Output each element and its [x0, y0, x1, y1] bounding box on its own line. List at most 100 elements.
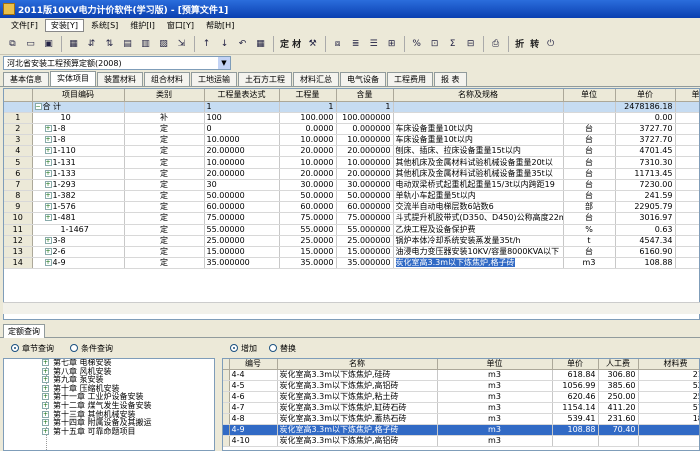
name-cell[interactable]: 斗式提升机胶带式(D350、D450)公称高度22m: [393, 212, 564, 225]
quota-code-cell[interactable]: 4-7: [229, 402, 278, 414]
total-name-cell[interactable]: [393, 101, 564, 113]
expr-cell[interactable]: 0: [204, 123, 280, 136]
quota-price-cell[interactable]: 108.88: [552, 424, 599, 436]
quota-row[interactable]: 4-9炭化室高3.3m以下炼焦炉,格子砖m3108.8870.404.: [223, 424, 699, 436]
printer-icon[interactable]: ⎙: [487, 35, 504, 52]
unit-cell[interactable]: 部: [563, 201, 616, 214]
price-cell[interactable]: 3727.70: [615, 134, 676, 147]
tab-entity-items[interactable]: 实体项目: [50, 71, 96, 86]
type-cell[interactable]: 定: [124, 123, 205, 136]
quota-labor-cell[interactable]: 70.40: [598, 424, 639, 436]
code-cell[interactable]: +1-131: [32, 156, 125, 169]
quota-name-cell[interactable]: 炭化室高3.3m以下炼焦炉,格子砖: [277, 424, 438, 436]
type-cell[interactable]: 定: [124, 201, 205, 214]
quota-material-cell[interactable]: 529.: [638, 380, 699, 392]
qty-cell[interactable]: 60.0000: [279, 201, 337, 214]
qty-cell[interactable]: 10.0000: [279, 134, 337, 147]
quota-col-header-labor[interactable]: 人工费: [598, 359, 639, 370]
quota-unit-cell[interactable]: m3: [437, 413, 553, 425]
price2-cell[interactable]: [675, 190, 699, 203]
qty-cell[interactable]: 25.0000: [279, 235, 337, 247]
replace-radio[interactable]: [269, 344, 277, 352]
expr-cell[interactable]: 10.00000: [204, 156, 280, 169]
code-cell[interactable]: +3-8: [32, 235, 125, 247]
code-cell[interactable]: +1-481: [32, 212, 125, 225]
stack-icon[interactable]: ≣: [347, 35, 364, 52]
menu-help[interactable]: 帮助[H]: [201, 20, 239, 31]
quota-col-header-name[interactable]: 名称: [277, 359, 438, 370]
name-cell[interactable]: 其他机床及金属材料试验机械设备重量35t以: [393, 168, 564, 180]
percent-icon[interactable]: %: [408, 35, 425, 52]
name-cell[interactable]: 车床设备重量10t以内: [393, 123, 564, 136]
expand-icon[interactable]: +: [44, 158, 52, 166]
content-cell[interactable]: 20.000000: [336, 145, 394, 158]
quota-price-cell[interactable]: 1056.99: [552, 380, 599, 392]
table-row[interactable]: 10 +1-481 定 75.00000 75.0000 75.000000 斗式提升机胶带…: [4, 212, 699, 225]
table-row[interactable]: 11 1-1467 定 55.00000 55.0000 55.000000 乙炔工程及设备…: [4, 224, 699, 236]
expand-icon[interactable]: +: [42, 427, 49, 435]
total-content-cell[interactable]: 1: [336, 101, 394, 113]
code-cell[interactable]: 1-1467: [32, 224, 125, 236]
price2-cell[interactable]: [675, 246, 699, 259]
table-row[interactable]: 8 +1-382 定 50.00000 50.0000 50.000000 单轨小车起重量5…: [4, 190, 699, 203]
col-header-qty[interactable]: 工程量: [279, 89, 337, 102]
price2-cell[interactable]: [675, 257, 699, 270]
expr-cell[interactable]: 20.00000: [204, 168, 280, 180]
move-up-icon[interactable]: ↑: [198, 35, 215, 52]
code-cell[interactable]: +4-9: [32, 257, 125, 270]
total-code-cell[interactable]: − 合 计: [32, 101, 125, 113]
type-cell[interactable]: 定: [124, 246, 205, 259]
quota-labor-cell[interactable]: 250.00: [598, 391, 639, 403]
name-cell[interactable]: 炭化室高3.3m以下炼焦炉,格子砖: [393, 257, 564, 270]
menu-maintain[interactable]: 维护[I]: [125, 20, 160, 31]
grid-lines-icon[interactable]: ⊟: [462, 35, 479, 52]
unit-cell[interactable]: [563, 112, 616, 124]
col-header-unit[interactable]: 单位: [563, 89, 616, 102]
content-cell[interactable]: 50.000000: [336, 190, 394, 203]
qty-cell[interactable]: 10.0000: [279, 156, 337, 169]
qty-cell[interactable]: 0.0000: [279, 123, 337, 136]
name-cell[interactable]: 电动双梁桥式起重机起重量15/3t以内跨距19: [393, 179, 564, 192]
qty-cell[interactable]: 55.0000: [279, 224, 337, 236]
quota-name-cell[interactable]: 炭化室高3.3m以下炼焦炉,硅砖: [277, 369, 438, 381]
filter-icon[interactable]: ⊞: [383, 35, 400, 52]
quota-row[interactable]: 4-5炭化室高3.3m以下炼焦炉,高铝砖m31056.99385.60529.: [223, 380, 699, 392]
content-cell[interactable]: 30.000000: [336, 179, 394, 192]
tab-device-materials[interactable]: 装置材料: [97, 72, 143, 86]
expand-icon[interactable]: +: [44, 236, 52, 244]
quota-unit-cell[interactable]: m3: [437, 424, 553, 436]
quota-name-cell[interactable]: 炭化室高3.3m以下炼焦炉,高铝砖: [277, 435, 438, 447]
column-icon[interactable]: ▥: [137, 35, 154, 52]
expand-icon[interactable]: +: [44, 248, 52, 256]
collapse-icon[interactable]: −: [34, 102, 42, 110]
price-cell[interactable]: 7230.00: [615, 179, 676, 192]
qty-cell[interactable]: 20.0000: [279, 145, 337, 158]
exit-icon[interactable]: ⏻: [542, 35, 559, 52]
chart-icon[interactable]: ▨: [155, 35, 172, 52]
quota-price-cell[interactable]: [552, 435, 599, 447]
quota-labor-cell[interactable]: 306.80: [598, 369, 639, 381]
total-expr-cell[interactable]: 1: [204, 101, 280, 113]
code-cell[interactable]: +1-576: [32, 201, 125, 214]
price2-cell[interactable]: [675, 168, 699, 180]
content-cell[interactable]: 10.000000: [336, 134, 394, 147]
quota-code-cell[interactable]: 4-8: [229, 413, 278, 425]
type-cell[interactable]: 定: [124, 190, 205, 203]
tab-material-summary[interactable]: 材料汇总: [293, 72, 339, 86]
panel-splitter[interactable]: [216, 358, 220, 451]
col-header-expr[interactable]: 工程量表达式: [204, 89, 280, 102]
dbl-column-icon[interactable]: ⧈: [329, 35, 346, 52]
unit-cell[interactable]: 台: [563, 168, 616, 180]
qty-cell[interactable]: 15.0000: [279, 246, 337, 259]
open-folder-icon[interactable]: ▭: [22, 35, 39, 52]
name-cell[interactable]: 刨床、插床、拉床设备重量15t以内: [393, 145, 564, 158]
add-label[interactable]: 增加: [241, 343, 257, 354]
expand-icon[interactable]: +: [44, 136, 52, 144]
price-cell[interactable]: 0.63: [615, 224, 676, 236]
price2-cell[interactable]: [675, 212, 699, 225]
col-header-price2[interactable]: 单价: [675, 89, 699, 102]
quota-material-cell[interactable]: 180.: [638, 413, 699, 425]
quota-name-cell[interactable]: 炭化室高3.3m以下炼焦炉,缸砖石砖: [277, 402, 438, 414]
expr-cell[interactable]: 30: [204, 179, 280, 192]
expr-cell[interactable]: 20.00000: [204, 145, 280, 158]
